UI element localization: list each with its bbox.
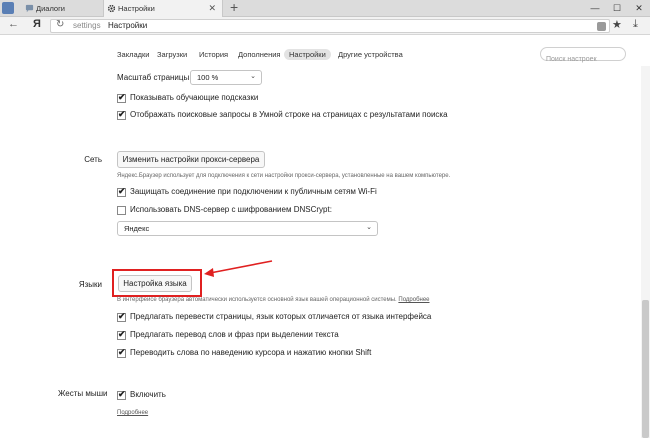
new-tab-button[interactable]: + bbox=[230, 0, 238, 16]
tab-settings[interactable]: Настройки ✕ bbox=[103, 0, 223, 17]
tab-label: Настройки bbox=[118, 4, 155, 13]
tab-bar: Диалоги Настройки ✕ + — ☐ ✕ bbox=[0, 0, 650, 17]
nav-downloads[interactable]: Загрузки bbox=[152, 49, 192, 60]
checkbox-label: Защищать соединение при подключении к пу… bbox=[130, 187, 377, 196]
bookmark-star-icon[interactable]: ★ bbox=[612, 18, 622, 31]
close-window-button[interactable]: ✕ bbox=[628, 0, 650, 17]
dns-select-value: Яндекс bbox=[124, 224, 150, 233]
zoom-label: Масштаб страницы: bbox=[117, 73, 192, 82]
section-gestures-title: Жесты мыши bbox=[58, 389, 108, 398]
settings-search-input[interactable] bbox=[546, 56, 626, 63]
download-icon[interactable]: ⤓ bbox=[633, 18, 638, 31]
checkbox-label: Использовать DNS-сервер с шифрованием DN… bbox=[130, 205, 332, 214]
zoom-value: 100 % bbox=[197, 73, 219, 82]
yandex-logo[interactable]: Я bbox=[33, 18, 41, 30]
zoom-select[interactable]: 100 % ⌄ bbox=[190, 70, 262, 85]
checkbox-dnscrypt[interactable] bbox=[117, 206, 126, 215]
tab-label: Диалоги bbox=[36, 4, 65, 13]
section-network-title: Сеть bbox=[84, 155, 102, 164]
checkbox-translate-hover-shift[interactable] bbox=[117, 347, 126, 358]
address-bar: ← Я ↻ settings Настройки ★ ⤓ bbox=[0, 17, 650, 35]
languages-note: В интерфейсе браузера автоматически испо… bbox=[117, 297, 430, 303]
settings-nav: Закладки Загрузки История Дополнения Нас… bbox=[0, 36, 650, 66]
settings-content bbox=[0, 66, 640, 438]
checkbox-label: Предлагать перевести страницы, язык кото… bbox=[130, 312, 432, 321]
checkbox-wifi-protect[interactable] bbox=[117, 186, 126, 197]
omnibox[interactable]: ↻ settings Настройки bbox=[50, 19, 610, 33]
back-arrow-icon[interactable]: ← bbox=[8, 18, 19, 30]
checkbox-offer-translate-pages[interactable] bbox=[117, 311, 126, 322]
nav-bookmarks[interactable]: Закладки bbox=[112, 49, 154, 60]
languages-more-link[interactable]: Подробнее bbox=[398, 297, 429, 303]
refresh-icon[interactable]: ↻ bbox=[56, 19, 64, 30]
checkbox-label: Включить bbox=[130, 390, 166, 399]
proxy-note: Яндекс.Браузер использует для подключени… bbox=[117, 173, 451, 179]
checkbox-gestures-enable[interactable] bbox=[117, 389, 126, 400]
checkbox-show-hints[interactable] bbox=[117, 92, 126, 103]
dns-server-select[interactable]: Яндекс ⌄ bbox=[117, 221, 378, 236]
protect-icon[interactable] bbox=[597, 22, 606, 31]
chevron-down-icon: ⌄ bbox=[366, 224, 372, 231]
nav-settings[interactable]: Настройки bbox=[284, 49, 331, 60]
checkbox-label: Предлагать перевод слов и фраз при выдел… bbox=[130, 330, 339, 339]
checkbox-label: Отображать поисковые запросы в Умной стр… bbox=[130, 110, 448, 119]
nav-extensions[interactable]: Дополнения bbox=[233, 49, 285, 60]
tab-dialogs[interactable]: Диалоги bbox=[22, 0, 102, 17]
scrollbar-thumb[interactable] bbox=[642, 300, 649, 438]
nav-history[interactable]: История bbox=[194, 49, 233, 60]
maximize-button[interactable]: ☐ bbox=[606, 0, 628, 17]
checkbox-label: Показывать обучающие подсказки bbox=[130, 93, 259, 102]
chat-icon bbox=[25, 4, 34, 13]
nav-other-devices[interactable]: Другие устройства bbox=[333, 49, 408, 60]
close-icon[interactable]: ✕ bbox=[208, 0, 216, 17]
language-settings-button[interactable]: Настройка языка bbox=[118, 275, 192, 292]
gear-icon bbox=[107, 4, 116, 13]
browser-menu-icon[interactable] bbox=[2, 2, 14, 14]
checkbox-search-queries[interactable] bbox=[117, 109, 126, 120]
proxy-settings-button[interactable]: Изменить настройки прокси-сервера bbox=[117, 151, 265, 168]
minimize-button[interactable]: — bbox=[584, 0, 606, 17]
chevron-down-icon: ⌄ bbox=[250, 73, 256, 80]
settings-search[interactable] bbox=[540, 47, 626, 63]
section-languages-title: Языки bbox=[78, 280, 102, 289]
url-host: settings bbox=[73, 21, 101, 30]
url-page-title: Настройки bbox=[108, 21, 148, 30]
languages-note-text: В интерфейсе браузера автоматически испо… bbox=[117, 297, 397, 303]
gestures-more-link[interactable]: Подробнее bbox=[117, 410, 148, 416]
annotation-arrow-icon bbox=[204, 260, 273, 277]
checkbox-label: Переводить слова по наведению курсора и … bbox=[130, 348, 372, 357]
checkbox-translate-selection[interactable] bbox=[117, 329, 126, 340]
